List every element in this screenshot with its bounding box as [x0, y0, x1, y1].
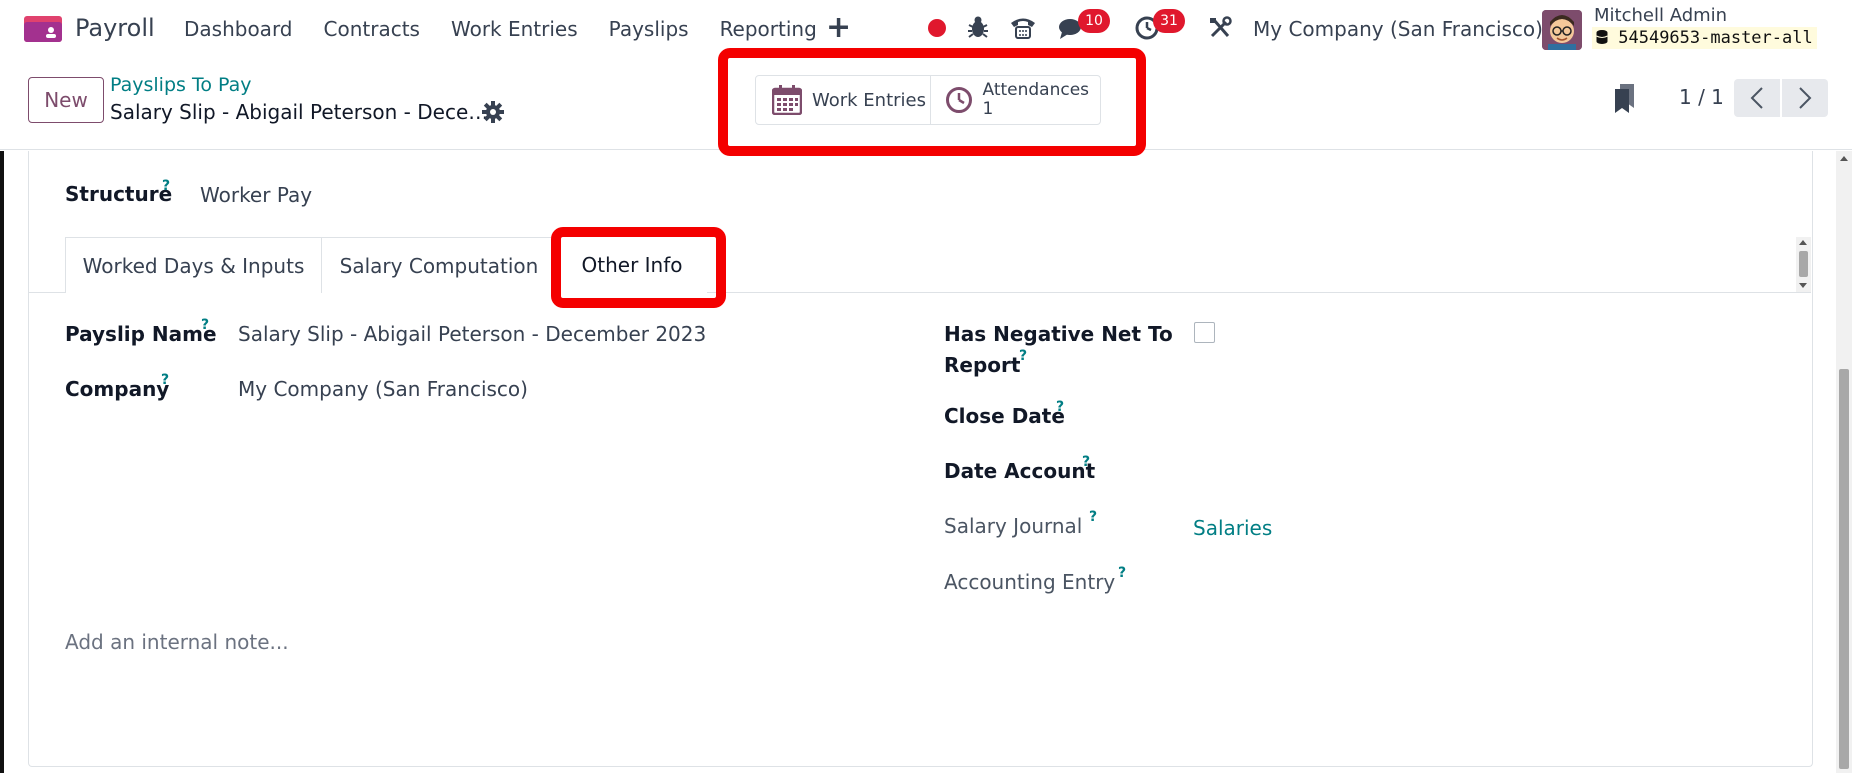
pager-value[interactable]: 1 / 1	[1679, 85, 1724, 109]
page-scrollbar-thumb[interactable]	[1839, 369, 1849, 769]
menu-payslips[interactable]: Payslips	[609, 17, 689, 41]
menu-work-entries[interactable]: Work Entries	[451, 17, 578, 41]
company-help-icon[interactable]: ?	[161, 372, 169, 388]
scroll-down-arrow-icon[interactable]	[1799, 283, 1807, 288]
user-avatar[interactable]	[1542, 10, 1582, 50]
chevron-left-icon	[1750, 87, 1763, 109]
payslip-name-field[interactable]: Salary Slip - Abigail Peterson - Decembe…	[238, 322, 706, 346]
chevron-right-icon	[1799, 87, 1812, 109]
payroll-app-icon[interactable]	[24, 16, 62, 42]
payslip-name-label: Payslip Name	[65, 322, 217, 346]
date-account-help-icon[interactable]: ?	[1082, 454, 1090, 470]
close-date-label: Close Date	[944, 404, 1065, 428]
recording-dot-icon[interactable]	[928, 19, 946, 37]
bookmark-icon[interactable]	[1614, 84, 1636, 114]
database-text: 54549653-master-all	[1618, 28, 1813, 48]
tabs-scrollbar[interactable]	[1796, 237, 1811, 292]
has-negative-net-checkbox[interactable]	[1194, 322, 1215, 343]
tabs-scrollbar-thumb[interactable]	[1799, 251, 1808, 277]
database-icon	[1596, 30, 1608, 44]
pager-buttons	[1734, 79, 1828, 117]
pager-next-button[interactable]	[1782, 79, 1828, 117]
company-label: Company	[65, 377, 170, 401]
salary-journal-link[interactable]: Salaries	[1193, 516, 1272, 540]
left-edge-divider	[0, 151, 4, 773]
highlight-other-info-tab	[551, 227, 726, 308]
tab-worked-days-inputs[interactable]: Worked Days & Inputs	[65, 237, 322, 293]
menu-reporting[interactable]: Reporting	[720, 17, 817, 41]
app-name[interactable]: Payroll	[75, 14, 155, 42]
menu-contracts[interactable]: Contracts	[324, 17, 420, 41]
company-field[interactable]: My Company (San Francisco)	[238, 377, 528, 401]
database-name: 54549653-master-all	[1592, 27, 1817, 49]
has-negative-net-help-icon[interactable]: ?	[1019, 348, 1027, 364]
page-scrollbar[interactable]	[1836, 151, 1852, 773]
close-date-help-icon[interactable]: ?	[1056, 399, 1064, 415]
menu-dashboard[interactable]: Dashboard	[184, 17, 293, 41]
breadcrumb-parent-link[interactable]: Payslips To Pay	[110, 74, 251, 96]
salary-journal-label: Salary Journal	[944, 514, 1083, 538]
internal-note-input[interactable]: Add an internal note...	[65, 630, 289, 654]
gear-icon[interactable]	[482, 101, 504, 123]
salary-journal-help-icon[interactable]: ?	[1089, 509, 1097, 525]
accounting-entry-help-icon[interactable]: ?	[1118, 565, 1126, 581]
highlight-smart-buttons	[718, 48, 1146, 156]
user-name[interactable]: Mitchell Admin	[1594, 5, 1727, 26]
pager-previous-button[interactable]	[1734, 79, 1780, 117]
new-button[interactable]: New	[28, 77, 104, 123]
main-menu: Dashboard Contracts Work Entries Payslip…	[184, 17, 848, 41]
activities-count-badge: 31	[1153, 9, 1185, 33]
tab-salary-computation[interactable]: Salary Computation	[322, 237, 557, 293]
bug-icon[interactable]	[967, 15, 989, 39]
company-switcher[interactable]: My Company (San Francisco)	[1253, 17, 1543, 41]
date-account-label: Date Account	[944, 459, 1096, 483]
structure-help-icon[interactable]: ?	[162, 178, 170, 194]
has-negative-net-label-line2: Report	[944, 353, 1021, 377]
page-scroll-up-arrow-icon[interactable]	[1840, 156, 1848, 161]
structure-label: Structure	[65, 182, 173, 206]
structure-value[interactable]: Worker Pay	[200, 183, 312, 207]
phone-icon[interactable]	[1009, 14, 1037, 40]
breadcrumb-current: Salary Slip - Abigail Peterson - Dece…	[110, 100, 489, 124]
scroll-up-arrow-icon[interactable]	[1799, 240, 1807, 245]
plus-icon[interactable]: +	[826, 10, 851, 45]
accounting-entry-label: Accounting Entry	[944, 570, 1116, 594]
payslip-name-help-icon[interactable]: ?	[201, 317, 209, 333]
tools-icon[interactable]	[1208, 16, 1232, 40]
messages-count-badge: 10	[1078, 9, 1110, 33]
has-negative-net-label-line1: Has Negative Net To	[944, 322, 1173, 346]
